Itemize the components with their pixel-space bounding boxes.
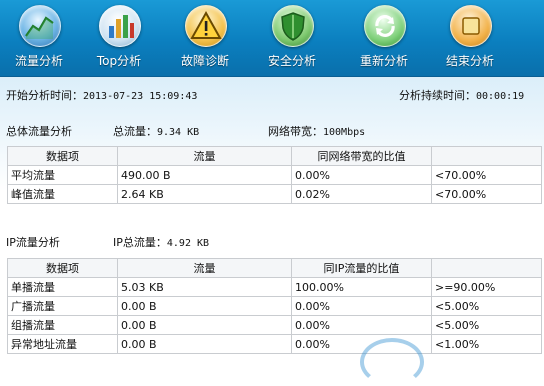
column-header: 流量 (117, 146, 292, 166)
table-row: 异常地址流量 0.00 B 0.00% <1.00% (7, 334, 542, 354)
table-cell: 0.00% (291, 165, 432, 185)
table-row: 峰值流量 2.64 KB 0.02% <70.00% (7, 184, 542, 204)
bandwidth-value: 100Mbps (323, 127, 366, 138)
table-cell: 组播流量 (7, 315, 118, 335)
table-cell: 0.02% (291, 184, 432, 204)
duration-value: 00:00:19 (476, 91, 525, 102)
ip-section-title: IP流量分析 (6, 236, 60, 249)
column-header (431, 258, 542, 278)
table-cell: 单播流量 (7, 277, 118, 297)
total-traffic-table: 数据项 流量 同网络带宽的比值 平均流量 490.00 B 0.00% <70.… (7, 146, 542, 204)
start-time-value: 2013-07-23 15:09:43 (83, 91, 198, 102)
ip-total-traffic: IP总流量：4.92 KB (113, 234, 209, 250)
table-cell: <70.00% (431, 165, 542, 185)
table-row: 组播流量 0.00 B 0.00% <5.00% (7, 315, 542, 335)
total-traffic-value: 9.34 KB (157, 127, 200, 138)
table-cell: 0.00 B (117, 334, 292, 354)
table-cell: 峰值流量 (7, 184, 118, 204)
total-section-title: 总体流量分析 (6, 125, 72, 138)
traffic-analysis-label: 流量分析 (14, 54, 63, 68)
table-cell: 平均流量 (7, 165, 118, 185)
watermark-logo (360, 338, 424, 386)
column-header: 同IP流量的比值 (291, 258, 432, 278)
toolbar: 流量分析 Top分析 故障诊断 安全分析 重新分析 结束分析 (0, 0, 544, 77)
duration: 分析持续时间：00:00:19 (399, 87, 524, 103)
column-header (431, 146, 542, 166)
table-row: 广播流量 0.00 B 0.00% <5.00% (7, 296, 542, 316)
start-time-label: 开始分析时间： (6, 89, 83, 102)
table-cell: 0.00 B (117, 315, 292, 335)
table-cell: 广播流量 (7, 296, 118, 316)
reanalyze-button[interactable]: 重新分析 (345, 3, 423, 73)
table-cell: <70.00% (431, 184, 542, 204)
column-header: 数据项 (7, 146, 118, 166)
table-row: 平均流量 490.00 B 0.00% <70.00% (7, 165, 542, 185)
table-cell: 490.00 B (117, 165, 292, 185)
table-cell: 0.00 B (117, 296, 292, 316)
ip-total-value: 4.92 KB (166, 238, 210, 249)
table-cell: >=90.00% (431, 277, 542, 297)
table-cell: <5.00% (431, 315, 542, 335)
fault-diagnosis-label: 故障诊断 (180, 54, 229, 68)
top-analysis-button[interactable]: Top分析 (80, 3, 158, 73)
reanalyze-label: 重新分析 (359, 54, 408, 68)
end-analysis-label: 结束分析 (445, 54, 494, 68)
start-time: 开始分析时间：2013-07-23 15:09:43 (6, 87, 197, 103)
table-cell: 异常地址流量 (7, 334, 118, 354)
ip-traffic-table: 数据项 流量 同IP流量的比值 单播流量 5.03 KB 100.00% >=9… (7, 258, 542, 354)
table-row: 单播流量 5.03 KB 100.00% >=90.00% (7, 277, 542, 297)
analysis-content: 开始分析时间：2013-07-23 15:09:43 分析持续时间：00:00:… (0, 77, 544, 363)
bandwidth: 网络带宽：100Mbps (268, 123, 365, 139)
shield-icon (272, 5, 314, 47)
table-cell: 0.00% (291, 296, 432, 316)
bandwidth-label: 网络带宽： (268, 125, 323, 138)
bar-chart-icon (99, 5, 141, 47)
table-cell: 2.64 KB (117, 184, 292, 204)
fault-diagnosis-button[interactable]: 故障诊断 (166, 3, 244, 73)
table-cell: 100.00% (291, 277, 432, 297)
security-analysis-label: 安全分析 (267, 54, 316, 68)
top-analysis-label: Top分析 (96, 54, 142, 68)
column-header: 数据项 (7, 258, 118, 278)
end-analysis-button[interactable]: 结束分析 (431, 3, 509, 73)
table-cell: <5.00% (431, 296, 542, 316)
table-cell: 5.03 KB (117, 277, 292, 297)
traffic-analysis-button[interactable]: 流量分析 (0, 3, 78, 73)
duration-label: 分析持续时间： (399, 89, 476, 102)
refresh-icon (364, 5, 406, 47)
table-header: 数据项 流量 同网络带宽的比值 (7, 146, 542, 166)
table-cell: <1.00% (431, 334, 542, 354)
security-analysis-button[interactable]: 安全分析 (253, 3, 331, 73)
column-header: 同网络带宽的比值 (291, 146, 432, 166)
table-header: 数据项 流量 同IP流量的比值 (7, 258, 542, 278)
table-cell: 0.00% (291, 315, 432, 335)
ip-total-label: IP总流量： (113, 236, 167, 249)
total-traffic-label: 总流量： (113, 125, 157, 138)
traffic-gauge-icon (19, 5, 61, 47)
stop-icon (450, 5, 492, 47)
warning-icon (185, 5, 227, 47)
column-header: 流量 (117, 258, 292, 278)
total-traffic: 总流量：9.34 KB (113, 123, 199, 139)
